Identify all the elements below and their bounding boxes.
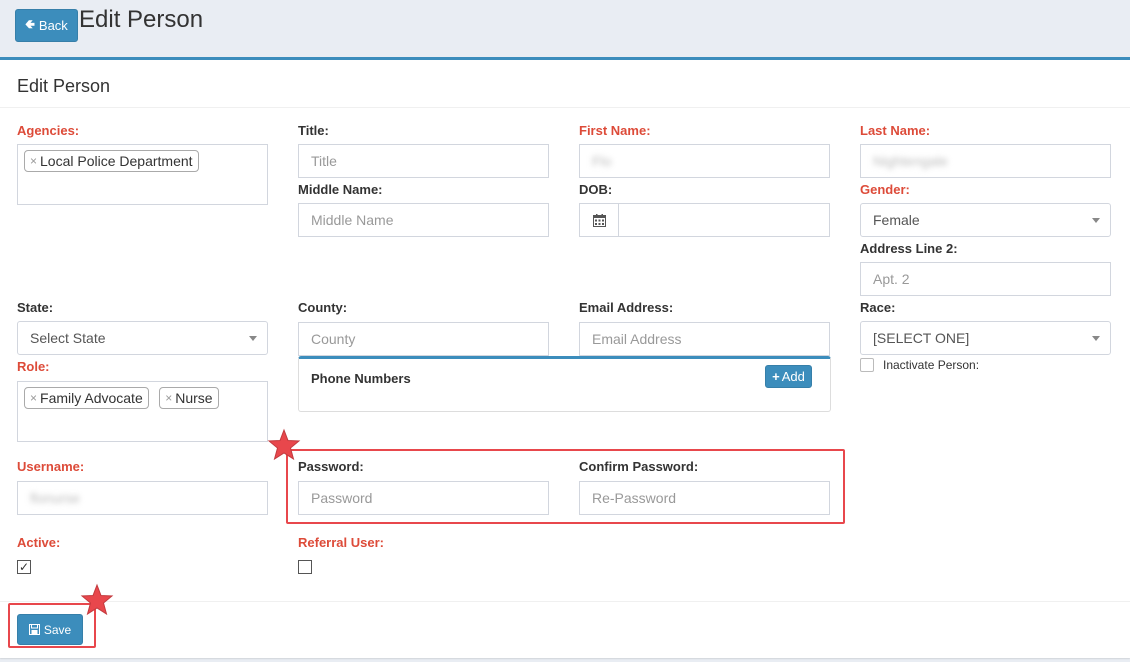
address-line-2-label: Address Line 2: — [860, 241, 958, 256]
last-name-value: Nightengale — [873, 153, 948, 169]
chevron-down-icon — [1092, 336, 1100, 341]
email-input[interactable]: Email Address — [579, 322, 830, 356]
floppy-disk-icon — [28, 624, 40, 635]
first-name-label: First Name: — [579, 123, 651, 138]
agency-tag: × Local Police Department — [24, 150, 199, 172]
role-tag-label: Family Advocate — [40, 390, 143, 406]
dob-label: DOB: — [579, 182, 613, 197]
chevron-down-icon — [249, 336, 257, 341]
remove-tag-icon[interactable]: × — [30, 391, 37, 405]
chevron-down-icon — [1092, 218, 1100, 223]
username-label: Username: — [17, 459, 85, 474]
save-button-label: Save — [43, 622, 72, 637]
agencies-multiselect[interactable]: × Local Police Department — [17, 144, 268, 205]
first-name-value: Flo — [592, 153, 612, 169]
checkmark-icon: ✓ — [18, 560, 30, 574]
email-label: Email Address: — [579, 300, 674, 315]
box-title: Edit Person — [17, 76, 111, 96]
inactivate-person-label: Inactivate Person: — [883, 358, 980, 372]
address-line-2-placeholder: Apt. 2 — [873, 271, 910, 287]
back-button-label: Back — [38, 18, 68, 33]
county-placeholder: County — [311, 331, 356, 347]
role-label: Role: — [17, 359, 50, 374]
race-label: Race: — [860, 300, 896, 315]
password-label: Password: — [298, 459, 364, 474]
county-label: County: — [298, 300, 348, 315]
add-phone-button[interactable]: + Add — [765, 365, 812, 388]
role-tag-label: Nurse — [175, 390, 213, 406]
county-input[interactable]: County — [298, 322, 549, 356]
phone-numbers-title: Phone Numbers — [311, 371, 411, 386]
first-name-input[interactable]: Flo — [579, 144, 830, 178]
role-tag: × Family Advocate — [24, 387, 149, 409]
title-input[interactable]: Title — [298, 144, 549, 178]
address-line-2-input[interactable]: Apt. 2 — [860, 262, 1111, 296]
box-header-divider — [0, 107, 1130, 108]
agency-tag-label: Local Police Department — [40, 153, 193, 169]
middle-name-label: Middle Name: — [298, 182, 383, 197]
race-select[interactable]: [SELECT ONE] — [860, 321, 1111, 355]
phone-numbers-panel: Phone Numbers + Add — [298, 356, 831, 412]
back-button[interactable]: 🢀 Back — [15, 9, 78, 42]
referral-user-label: Referral User: — [298, 535, 384, 550]
agencies-label: Agencies: — [17, 123, 80, 138]
plus-icon: + — [772, 369, 780, 384]
active-checkbox[interactable]: ✓ — [17, 560, 31, 574]
inactivate-person-checkbox[interactable] — [860, 358, 874, 372]
last-name-input[interactable]: Nightengale — [860, 144, 1111, 178]
password-input[interactable]: Password — [298, 481, 549, 515]
state-select[interactable]: Select State — [17, 321, 268, 355]
password-placeholder: Password — [311, 490, 373, 506]
add-phone-button-label: Add — [781, 369, 805, 384]
calendar-icon[interactable] — [580, 204, 619, 236]
last-name-label: Last Name: — [860, 123, 931, 138]
box-footer-divider — [0, 601, 1130, 602]
username-value: flonurse — [30, 490, 80, 506]
edit-person-box: Edit Person Agencies: × Local Police Dep… — [0, 57, 1130, 658]
role-multiselect[interactable]: × Family Advocate × Nurse — [17, 381, 268, 442]
content-header: 🢀 Back Edit Person — [0, 0, 1130, 58]
remove-tag-icon[interactable]: × — [30, 154, 37, 168]
username-input[interactable]: flonurse — [17, 481, 268, 515]
race-selected-value: [SELECT ONE] — [873, 330, 970, 346]
arrow-left-icon: 🢀 — [25, 17, 35, 31]
confirm-password-input[interactable]: Re-Password — [579, 481, 830, 515]
email-placeholder: Email Address — [592, 331, 682, 347]
title-placeholder: Title — [311, 153, 337, 169]
confirm-password-label: Confirm Password: — [579, 459, 699, 474]
middle-name-input[interactable]: Middle Name — [298, 203, 549, 237]
remove-tag-icon[interactable]: × — [165, 391, 172, 405]
referral-user-checkbox[interactable] — [298, 560, 312, 574]
active-label: Active: — [17, 535, 61, 550]
gender-label: Gender: — [860, 182, 910, 197]
save-button[interactable]: Save — [17, 614, 83, 645]
confirm-password-placeholder: Re-Password — [592, 490, 677, 506]
title-label: Title: — [298, 123, 329, 138]
page-title: Edit Person — [79, 6, 204, 33]
role-tag: × Nurse — [159, 387, 219, 409]
middle-name-placeholder: Middle Name — [311, 212, 394, 228]
state-selected-value: Select State — [30, 330, 106, 346]
gender-select[interactable]: Female — [860, 203, 1111, 237]
dob-input[interactable] — [579, 203, 830, 237]
state-label: State: — [17, 300, 54, 315]
gender-selected-value: Female — [873, 212, 920, 228]
